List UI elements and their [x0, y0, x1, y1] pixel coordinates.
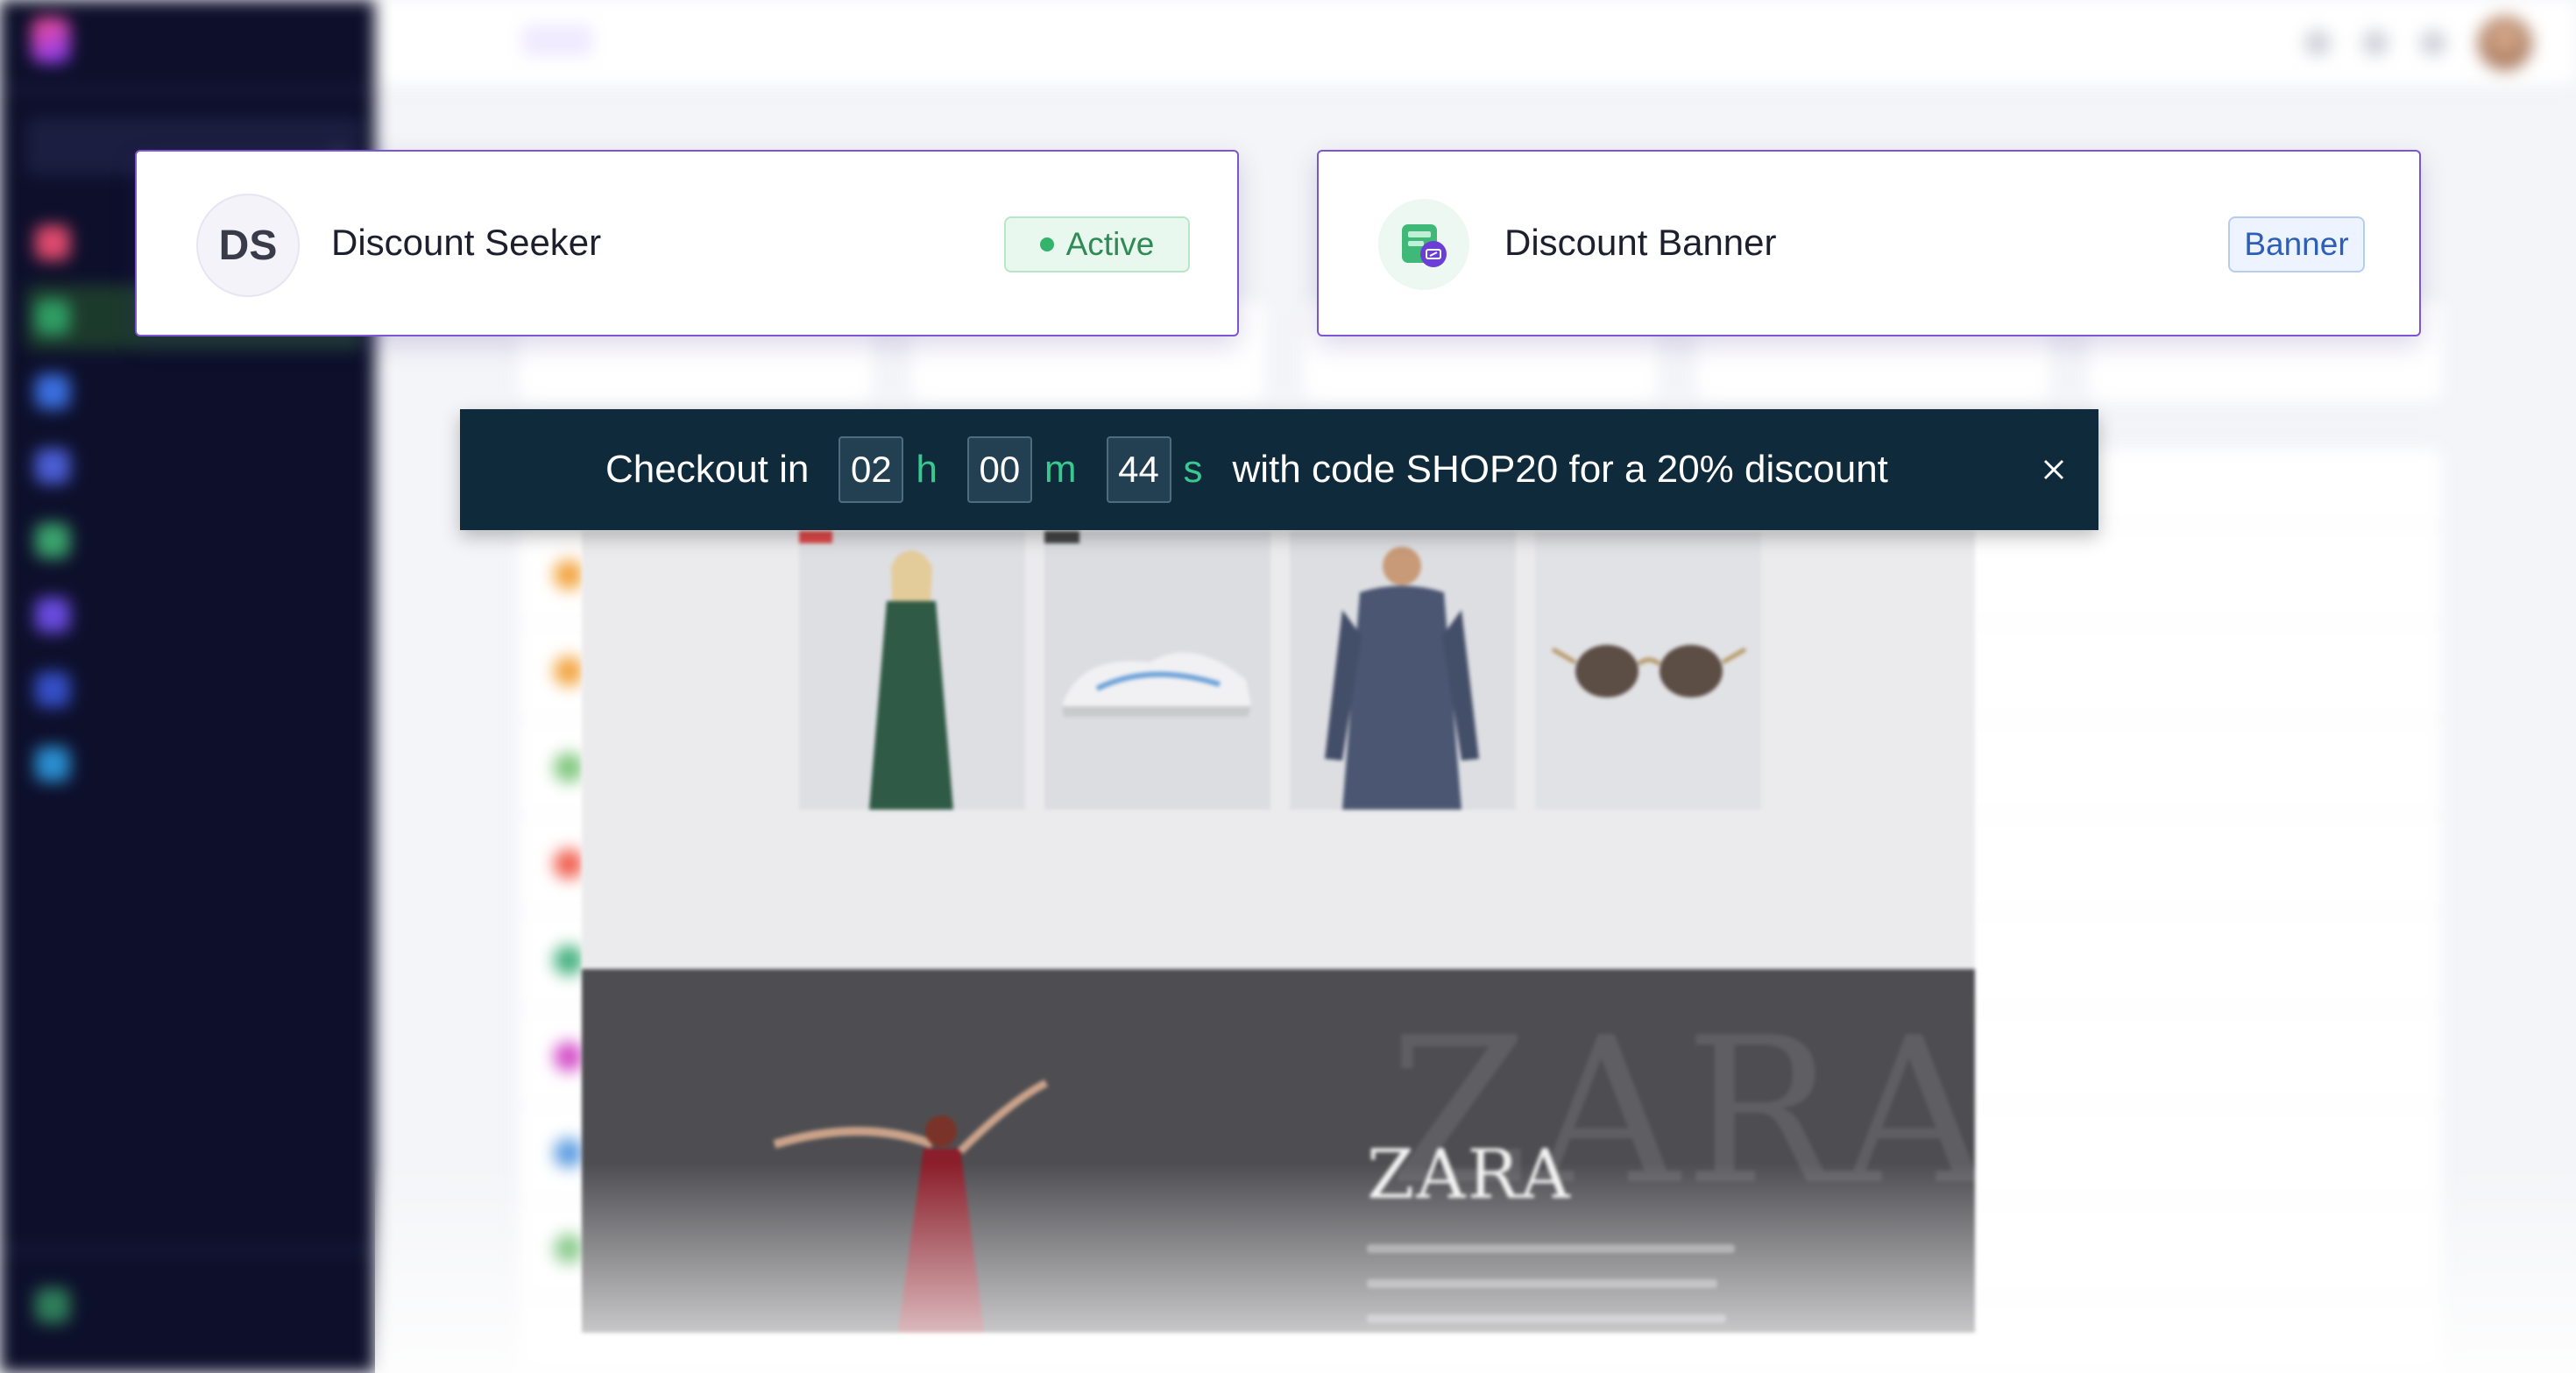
dress-image-icon	[799, 531, 1025, 810]
nav-icon	[35, 449, 70, 484]
segment-card[interactable]: DS Discount Seeker Active	[135, 150, 1239, 336]
nav-icon	[35, 225, 70, 260]
row-icon	[554, 1042, 584, 1072]
support-icon	[35, 1288, 70, 1323]
product-card[interactable]	[799, 531, 1025, 810]
coupon-icon	[1402, 224, 1447, 267]
row-icon	[554, 753, 584, 782]
notification-icon[interactable]	[2420, 30, 2446, 56]
sunglasses-image-icon	[1535, 531, 1761, 810]
product-image	[1535, 531, 1761, 810]
top-bar	[375, 0, 2576, 86]
sidebar-item[interactable]	[26, 732, 363, 796]
countdown-banner: Checkout in 02 h 00 m 44 s with code SHO…	[460, 409, 2098, 530]
status-label: Active	[1065, 226, 1155, 262]
sneaker-image-icon	[1044, 531, 1270, 810]
breadcrumb[interactable]	[522, 25, 593, 56]
status-dot-icon	[1039, 237, 1054, 251]
product-image	[1044, 531, 1270, 810]
template-title: Discount Banner	[1504, 222, 1777, 263]
seconds-unit: s	[1183, 448, 1203, 491]
countdown-hours: 02	[839, 436, 904, 503]
coupon-banner-icon	[1378, 199, 1469, 290]
settings-icon[interactable]	[2362, 30, 2388, 56]
segment-initials: DS	[196, 194, 300, 297]
product-card[interactable]	[1290, 531, 1516, 810]
minutes-unit: m	[1044, 448, 1077, 491]
countdown-minutes: 00	[966, 436, 1032, 503]
product-grid	[799, 531, 1761, 810]
close-icon[interactable]	[2035, 451, 2072, 488]
brand-logo-icon	[32, 18, 70, 63]
countdown-seconds: 44	[1106, 436, 1171, 503]
row-icon	[554, 560, 584, 590]
sidebar-item[interactable]	[26, 434, 363, 499]
sidebar-divider	[0, 1249, 375, 1252]
segment-title: Discount Seeker	[331, 222, 602, 263]
avatar[interactable]	[2478, 16, 2532, 70]
row-icon	[554, 656, 584, 686]
product-image	[799, 531, 1025, 810]
countdown-suffix: with code SHOP20 for a 20% discount	[1232, 448, 1888, 491]
nav-icon	[35, 672, 70, 707]
countdown-prefix: Checkout in	[605, 448, 810, 491]
row-icon	[554, 849, 584, 879]
product-image	[1290, 531, 1516, 810]
sidebar-brand	[32, 18, 89, 63]
topbar-icons	[2304, 16, 2532, 70]
template-card[interactable]: Discount Banner Banner	[1317, 150, 2421, 336]
sidebar-item[interactable]	[26, 508, 363, 573]
product-card[interactable]	[1044, 531, 1270, 810]
sidebar-item[interactable]	[26, 359, 363, 424]
row-icon	[554, 945, 584, 975]
status-badge: Active	[1004, 216, 1190, 272]
countdown-content: Checkout in 02 h 00 m 44 s with code SHO…	[605, 409, 1888, 530]
sidebar-divider	[0, 88, 375, 91]
support-link[interactable]	[35, 1288, 70, 1323]
nav-icon	[35, 523, 70, 558]
sidebar-item[interactable]	[26, 657, 363, 722]
product-card[interactable]	[1535, 531, 1761, 810]
nav-icon	[35, 374, 70, 409]
jacket-image-icon	[1290, 531, 1516, 810]
type-badge: Banner	[2228, 216, 2365, 272]
bottom-fade	[375, 1163, 2576, 1373]
nav-icon	[35, 300, 70, 335]
nav-icon	[35, 747, 70, 782]
help-icon[interactable]	[2304, 30, 2331, 56]
sidebar-item[interactable]	[26, 583, 363, 648]
hours-unit: h	[916, 448, 938, 491]
nav-icon	[35, 598, 70, 633]
